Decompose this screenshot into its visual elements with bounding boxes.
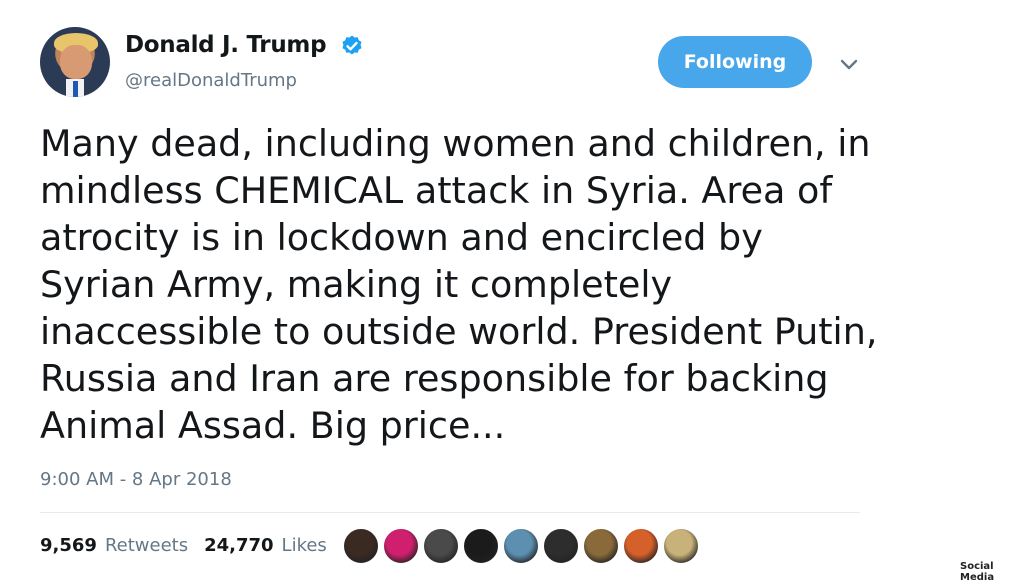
- tweet-line: Many dead, including women and children,…: [40, 122, 871, 165]
- retweets-label[interactable]: Retweets: [105, 535, 188, 556]
- likes-count[interactable]: 24,770: [204, 535, 273, 556]
- author-handle[interactable]: @realDonaldTrump: [125, 70, 297, 91]
- liker-avatar[interactable]: [583, 528, 619, 564]
- tweet-stats: 9,569 Retweets 24,770 Likes: [40, 535, 335, 556]
- tweet-line: Animal Assad. Big price...: [40, 404, 506, 447]
- avatar[interactable]: [40, 27, 110, 97]
- following-button[interactable]: Following: [658, 36, 812, 88]
- liker-avatar[interactable]: [623, 528, 659, 564]
- tweet-line: atrocity is in lockdown and encircled by: [40, 216, 763, 259]
- divider: [40, 512, 860, 513]
- verified-badge-icon: [342, 35, 362, 55]
- tweet-line: Syrian Army, making it completely: [40, 263, 673, 306]
- likes-label[interactable]: Likes: [282, 535, 327, 556]
- liker-avatar[interactable]: [503, 528, 539, 564]
- liker-avatar[interactable]: [543, 528, 579, 564]
- tweet-text: Many dead, including women and children,…: [40, 120, 885, 449]
- tweet-line: mindless CHEMICAL attack in Syria. Area …: [40, 169, 833, 212]
- liker-avatar[interactable]: [383, 528, 419, 564]
- liker-avatar[interactable]: [423, 528, 459, 564]
- liker-avatar[interactable]: [343, 528, 379, 564]
- retweets-count[interactable]: 9,569: [40, 535, 97, 556]
- watermark: Social Media: [960, 561, 1023, 583]
- author-name[interactable]: Donald J. Trump: [125, 32, 327, 58]
- chevron-down-icon[interactable]: [835, 50, 863, 78]
- tweet-timestamp[interactable]: 9:00 AM - 8 Apr 2018: [40, 469, 232, 490]
- liker-avatar[interactable]: [663, 528, 699, 564]
- avatar-tie: [73, 81, 78, 97]
- liker-avatar[interactable]: [463, 528, 499, 564]
- tweet-line: Russia and Iran are responsible for back…: [40, 357, 829, 400]
- tweet-line: inaccessible to outside world. President…: [40, 310, 878, 353]
- avatar-face: [60, 45, 92, 79]
